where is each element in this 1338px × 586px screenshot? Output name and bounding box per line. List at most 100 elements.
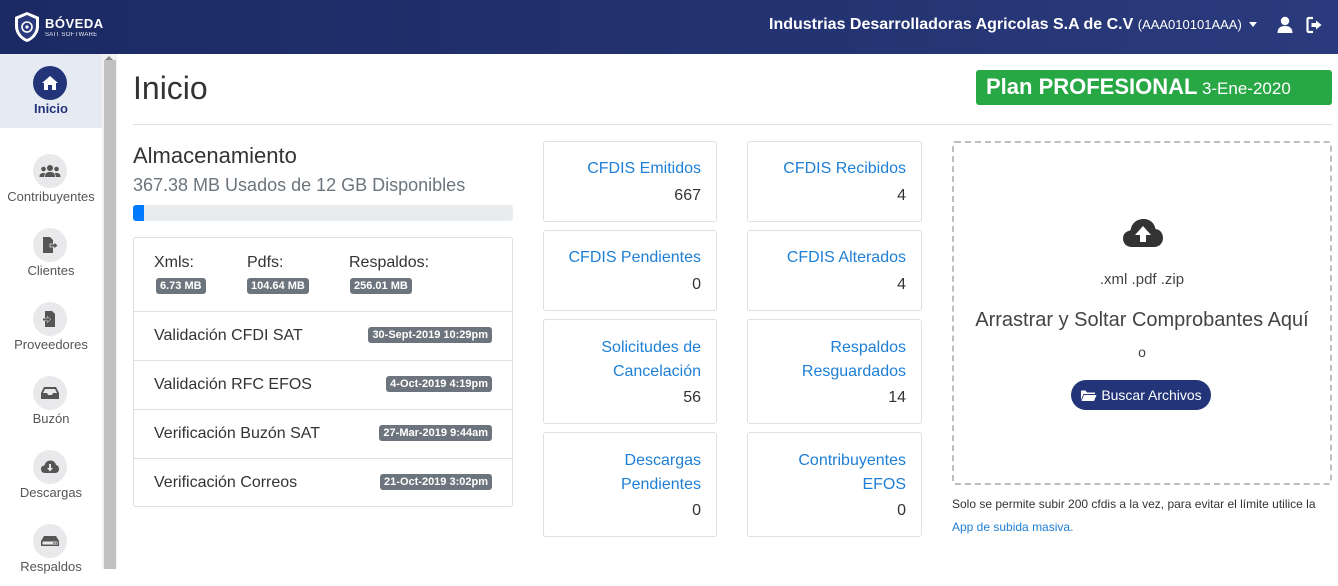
user-icon[interactable] (1276, 16, 1294, 34)
card-value: 4 (897, 276, 906, 293)
plan-date: 3-Ene-2020 (1201, 79, 1291, 98)
brand-subtitle: SAIT SOFTWARE (45, 31, 98, 38)
stat-badge-xmls: 6.73 MB (156, 278, 206, 294)
sidebar-item-label: Descargas (19, 485, 83, 500)
card-cfdis-emitidos[interactable]: CFDIS Emitidos 667 (543, 141, 717, 222)
card-title-line2: Resguardados (801, 363, 906, 380)
sidebar-item-buzon[interactable]: Buzón (0, 364, 102, 438)
date-badge: 21-Oct-2019 3:02pm (380, 474, 492, 490)
stat-label-pdfs: Pdfs: (247, 254, 284, 271)
file-export-icon (43, 237, 59, 253)
card-cfdis-recibidos[interactable]: CFDIS Recibidos 4 (747, 141, 922, 222)
sidebar-item-label: Inicio (34, 101, 68, 116)
card-title: CFDIS Alterados (786, 249, 906, 266)
card-title-line1: Contribuyentes (798, 452, 906, 469)
card-descargas-pendientes[interactable]: Descargas Pendientes 0 (543, 432, 717, 537)
card-title-line2: Cancelación (612, 363, 701, 380)
browse-files-label: Buscar Archivos (1101, 387, 1202, 403)
storage-progress-fill (133, 205, 145, 221)
company-selector[interactable]: Industrias Desarrolladoras Agricolas S.A… (769, 16, 1258, 34)
file-import-icon-circle (33, 302, 67, 336)
browse-files-button[interactable]: Buscar Archivos (1071, 380, 1211, 410)
folder-open-icon (1081, 390, 1097, 401)
brand-logo[interactable]: BÓVEDA SAIT SOFTWARE (14, 9, 104, 45)
dropzone-text: Arrastrar y Soltar Comprobantes Aquí (975, 309, 1309, 331)
sidebar-item-descargas[interactable]: Descargas (0, 438, 102, 512)
plan-badge: Plan PROFESIONAL 3-Ene-2020 (976, 70, 1332, 105)
sidebar-item-proveedores[interactable]: Proveedores (0, 290, 102, 364)
list-item-label: Validación CFDI SAT (154, 327, 303, 344)
upload-note-text: Solo se permite subir 200 cfdis a la vez… (952, 497, 1316, 511)
list-item: Validación CFDI SAT 30-Sept-2019 10:29pm (134, 311, 512, 360)
page-title: Inicio (133, 70, 208, 106)
file-import-icon (42, 311, 55, 327)
sidebar-item-inicio[interactable]: Inicio (0, 54, 102, 128)
stat-label-xmls: Xmls: (154, 254, 194, 271)
inbox-icon (41, 387, 59, 399)
sidebar-item-label: Clientes (27, 263, 75, 278)
card-title-line1: Solicitudes de (601, 339, 701, 356)
home-icon (42, 76, 58, 90)
sidebar-item-label: Contribuyentes (7, 189, 95, 204)
dropzone-or: o (1138, 344, 1146, 360)
storage-details-list: Xmls: 6.73 MB Pdfs: 104.64 MB Respaldos:… (133, 237, 513, 507)
card-title-line2: Pendientes (620, 476, 701, 493)
users-icon-circle (33, 154, 67, 188)
sidebar-item-clientes[interactable]: Clientes (0, 216, 102, 290)
card-respaldos-resguardados[interactable]: Respaldos Resguardados 14 (747, 319, 922, 424)
storage-subtitle: 367.38 MB Usados de 12 GB Disponibles (133, 175, 466, 195)
card-value: 4 (897, 187, 906, 204)
card-title-line1: Descargas (624, 452, 701, 469)
card-value: 56 (683, 389, 701, 406)
stat-label-respaldos: Respaldos: (349, 254, 430, 271)
card-title: CFDIS Pendientes (568, 249, 701, 266)
plan-name: Plan PROFESIONAL (986, 74, 1198, 99)
card-value: 14 (888, 389, 906, 406)
sidebar-item-contribuyentes[interactable]: Contribuyentes (0, 142, 102, 216)
brand-name: BÓVEDA (45, 15, 104, 31)
stat-badge-pdfs: 104.64 MB (247, 278, 309, 294)
card-cfdis-alterados[interactable]: CFDIS Alterados 4 (747, 230, 922, 311)
home-icon-circle (33, 66, 67, 100)
card-cfdis-pendientes[interactable]: CFDIS Pendientes 0 (543, 230, 717, 311)
card-title: CFDIS Emitidos (587, 160, 701, 177)
list-item: Verificación Correos 21-Oct-2019 3:02pm (134, 458, 512, 506)
scroll-up-arrow-icon[interactable] (105, 56, 113, 60)
sidebar-scrollbar-thumb[interactable] (104, 60, 116, 569)
users-icon (39, 165, 61, 177)
card-value: 0 (692, 502, 701, 519)
stat-badge-respaldos: 256.01 MB (350, 278, 412, 294)
inbox-icon-circle (33, 376, 67, 410)
card-title-line2: EFOS (862, 476, 906, 493)
cloud-upload-icon (1123, 219, 1163, 247)
sidebar-item-label: Proveedores (14, 337, 88, 352)
list-item-label: Verificación Correos (154, 474, 298, 491)
date-badge: 27-Mar-2019 9:44am (379, 425, 492, 441)
list-item: Validación RFC EFOS 4-Oct-2019 4:19pm (134, 360, 512, 409)
header-divider (133, 124, 1333, 125)
company-rfc: (AAA010101AAA) (1137, 17, 1242, 32)
logout-icon[interactable] (1306, 16, 1324, 34)
bulk-upload-app-link[interactable]: App de subida masiva. (952, 520, 1073, 534)
card-title: CFDIS Recibidos (783, 160, 906, 177)
card-solicitudes-cancelacion[interactable]: Solicitudes de Cancelación 56 (543, 319, 717, 424)
list-item: Verificación Buzón SAT 27-Mar-2019 9:44a… (134, 409, 512, 458)
list-item-label: Verificación Buzón SAT (154, 425, 321, 442)
card-contribuyentes-efos[interactable]: Contribuyentes EFOS 0 (747, 432, 922, 537)
date-badge: 30-Sept-2019 10:29pm (368, 327, 492, 343)
storage-title: Almacenamiento (133, 143, 297, 168)
card-value: 0 (897, 502, 906, 519)
storage-progress-bar (133, 205, 513, 221)
date-badge: 4-Oct-2019 4:19pm (386, 376, 492, 392)
shield-logo-icon (15, 12, 39, 42)
sidebar-item-label: Respaldos (20, 559, 82, 574)
card-value: 667 (674, 187, 701, 204)
file-dropzone[interactable]: .xml .pdf .zip Arrastrar y Soltar Compro… (952, 141, 1332, 485)
sidebar-item-respaldos[interactable]: Respaldos (0, 512, 102, 586)
download-icon (41, 460, 59, 473)
company-name: Industrias Desarrolladoras Agricolas S.A… (769, 16, 1134, 33)
caret-down-icon (1249, 22, 1258, 28)
top-navbar: BÓVEDA SAIT SOFTWARE Industrias Desarrol… (0, 0, 1338, 54)
card-title-line1: Respaldos (830, 339, 906, 356)
allowed-extensions: .xml .pdf .zip (1099, 271, 1185, 288)
